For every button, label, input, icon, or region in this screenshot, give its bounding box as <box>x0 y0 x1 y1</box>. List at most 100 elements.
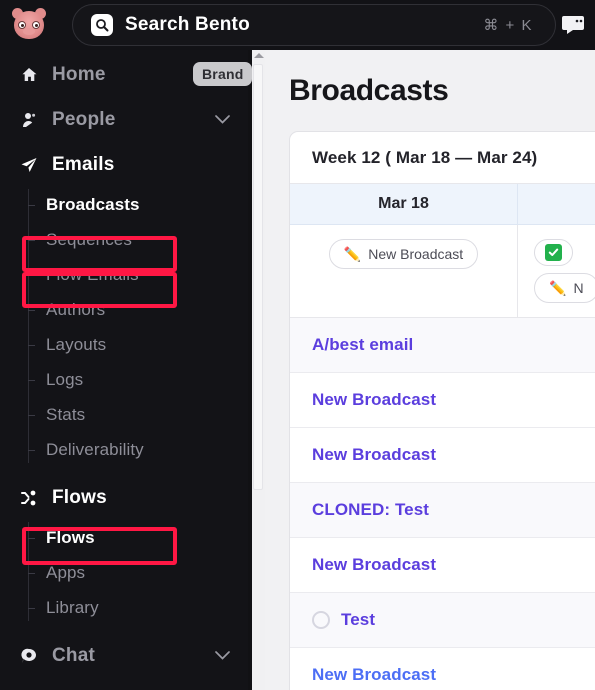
broadcast-title: New Broadcast <box>312 390 437 409</box>
page-scrollbar[interactable] <box>252 50 265 690</box>
app-logo-button[interactable] <box>0 0 58 50</box>
top-bar: Search Bento ⌘ + K <box>0 0 595 50</box>
sidebar-item-flows-section[interactable]: Flows <box>0 475 252 520</box>
sidebar-item-label: Chat <box>52 644 96 666</box>
chat-bubble-icon[interactable] <box>557 9 591 41</box>
sidebar-subitem-label: Stats <box>46 404 86 424</box>
tree-dash <box>28 449 35 451</box>
sidebar-item-flows[interactable]: Flows <box>28 520 252 555</box>
tree-dash <box>28 537 35 539</box>
search-placeholder-label: Search Bento <box>125 14 250 35</box>
sidebar-item-layouts[interactable]: Layouts <box>28 327 252 362</box>
sidebar-subitem-label: Deliverability <box>46 439 144 459</box>
broadcasts-card: Week 12 ( Mar 18 — Mar 24) Mar 18 ✏️ New… <box>289 131 595 690</box>
sidebar-item-authors[interactable]: Authors <box>28 292 252 327</box>
paper-plane-icon <box>18 156 40 174</box>
shuffle-icon <box>18 489 40 507</box>
new-broadcast-button[interactable]: ✏️ N <box>534 273 595 303</box>
day-header-cell <box>517 184 595 224</box>
sidebar-item-label: People <box>52 108 116 130</box>
tree-dash <box>28 344 35 346</box>
new-broadcast-label-truncated: N <box>573 280 584 296</box>
sidebar-subitem-label: Authors <box>46 299 106 319</box>
table-row[interactable]: Test <box>290 593 595 648</box>
sidebar-subitem-label: Flow Emails <box>46 264 139 284</box>
chat-dot-icon <box>18 647 40 665</box>
scrollbar-thumb[interactable] <box>253 64 263 490</box>
sidebar-item-apps[interactable]: Apps <box>28 555 252 590</box>
table-row[interactable]: CLONED: Test <box>290 483 595 538</box>
tree-dash <box>28 274 35 276</box>
sidebar-item-sequences[interactable]: Sequences <box>28 222 252 257</box>
table-row[interactable]: New Broadcast <box>290 538 595 593</box>
sidebar-subitem-label: Broadcasts <box>46 194 140 214</box>
broadcast-title: CLONED: Test <box>312 500 430 519</box>
new-broadcast-cell: ✏️ New Broadcast <box>290 225 517 317</box>
tree-dash <box>28 572 35 574</box>
sidebar-subitem-label: Logs <box>46 369 84 389</box>
broadcast-title: New Broadcast <box>312 555 437 574</box>
sidebar-item-chat[interactable]: Chat <box>0 633 252 678</box>
sidebar-item-label: Emails <box>52 153 115 175</box>
emails-subnav: Broadcasts Sequences Flow Emails Authors… <box>28 187 252 467</box>
week-header: Week 12 ( Mar 18 — Mar 24) <box>290 132 595 184</box>
sidebar-item-deliverability[interactable]: Deliverability <box>28 432 252 467</box>
table-row[interactable]: A/best email <box>290 318 595 373</box>
table-row[interactable]: New Broadcast <box>290 373 595 428</box>
sidebar-item-logs[interactable]: Logs <box>28 362 252 397</box>
broadcast-sent-badge-button[interactable] <box>534 239 573 266</box>
pencil-icon: ✏️ <box>549 280 567 296</box>
search-bar[interactable]: Search Bento ⌘ + K <box>72 4 556 46</box>
page-title: Broadcasts <box>289 74 449 107</box>
sidebar-subitem-label: Flows <box>46 527 95 547</box>
table-row[interactable]: New Broadcast <box>290 648 595 690</box>
broadcast-title: New Broadcast <box>312 445 437 464</box>
flows-subnav: Flows Apps Library <box>28 520 252 625</box>
tree-dash <box>28 204 35 206</box>
sidebar-item-emails[interactable]: Emails <box>0 142 252 187</box>
sidebar-edge <box>248 50 252 690</box>
sidebar: Home People Emails Broadcasts Sequences … <box>0 50 252 690</box>
sidebar-item-label: Flows <box>52 486 107 508</box>
sidebar-item-broadcasts[interactable]: Broadcasts <box>28 187 252 222</box>
sidebar-item-flow-emails[interactable]: Flow Emails <box>28 257 252 292</box>
tree-dash <box>28 379 35 381</box>
brand-tooltip: Brand <box>193 62 253 86</box>
bento-pig-logo <box>11 8 47 42</box>
main-content: Broadcasts Week 12 ( Mar 18 — Mar 24) Ma… <box>265 50 595 690</box>
sidebar-item-label: Home <box>52 63 106 85</box>
search-shortcut-hint: ⌘ + K <box>483 17 533 34</box>
table-row[interactable]: New Broadcast <box>290 428 595 483</box>
new-broadcast-label: New Broadcast <box>368 246 464 262</box>
new-broadcast-cell: ✏️ N <box>517 225 595 317</box>
tree-dash <box>28 414 35 416</box>
new-broadcast-button[interactable]: ✏️ New Broadcast <box>328 239 479 269</box>
home-icon <box>18 66 40 84</box>
sidebar-subitem-label: Layouts <box>46 334 107 354</box>
broadcast-title: New Broadcast <box>312 665 437 684</box>
new-broadcast-row: ✏️ New Broadcast ✏️ N <box>290 225 595 318</box>
scroll-up-arrow-icon[interactable] <box>254 53 264 58</box>
sidebar-item-library[interactable]: Library <box>28 590 252 625</box>
chevron-down-icon[interactable] <box>215 647 230 665</box>
sidebar-subitem-label: Library <box>46 597 99 617</box>
sidebar-item-people[interactable]: People <box>0 97 252 142</box>
search-icon <box>91 14 113 36</box>
day-header-row: Mar 18 <box>290 184 595 225</box>
broadcast-title: A/best email <box>312 335 414 354</box>
status-circle-icon <box>312 611 330 629</box>
app-root: Search Bento ⌘ + K Home People Emails Br… <box>0 0 595 690</box>
day-header-cell: Mar 18 <box>378 195 429 212</box>
tree-dash <box>28 309 35 311</box>
broadcast-title: Test <box>341 610 376 629</box>
tree-dash <box>28 607 35 609</box>
sidebar-nav: Home People Emails Broadcasts Sequences … <box>0 50 252 678</box>
chevron-down-icon[interactable] <box>215 111 230 129</box>
pencil-icon: ✏️ <box>343 246 362 262</box>
sidebar-subitem-label: Apps <box>46 562 86 582</box>
people-icon <box>18 111 40 129</box>
sidebar-subitem-label: Sequences <box>46 229 132 249</box>
check-badge-icon <box>545 244 562 261</box>
sidebar-item-stats[interactable]: Stats <box>28 397 252 432</box>
tree-dash <box>28 239 35 241</box>
